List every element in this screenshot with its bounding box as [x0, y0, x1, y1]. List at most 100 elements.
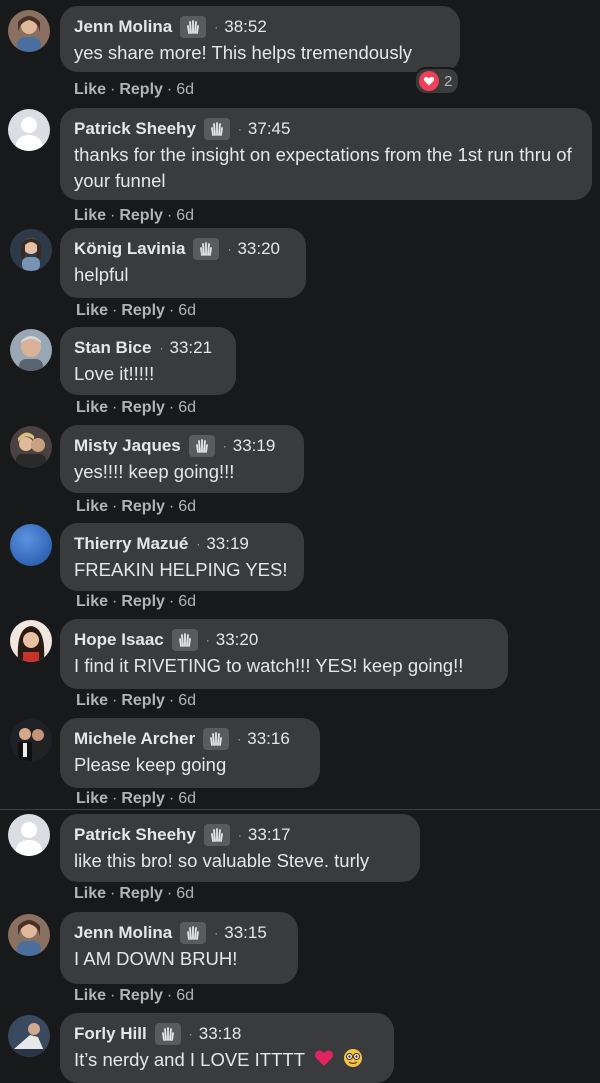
- commenter-name[interactable]: Stan Bice: [74, 338, 151, 358]
- avatar[interactable]: [10, 329, 52, 371]
- comment-timestamp[interactable]: 33:19: [233, 436, 276, 456]
- comment-age[interactable]: 6d: [176, 885, 194, 902]
- commenter-name[interactable]: Misty Jaques: [74, 436, 181, 456]
- wave-hand-icon: [154, 1023, 181, 1045]
- commenter-name[interactable]: Forly Hill: [74, 1024, 147, 1044]
- reply-button[interactable]: Reply: [121, 593, 165, 610]
- comment-bubble: Jenn Molina · 33:15 I AM DOWN BRUH!: [60, 912, 298, 984]
- comment-bubble: Thierry Mazué · 33:19 FREAKIN HELPING YE…: [60, 523, 304, 591]
- like-button[interactable]: Like: [76, 498, 108, 515]
- commenter-name[interactable]: Hope Isaac: [74, 630, 164, 650]
- reply-button[interactable]: Reply: [121, 498, 165, 515]
- comment-bubble: Forly Hill · 33:18 It’s nerdy and I LOVE…: [60, 1013, 394, 1083]
- like-button[interactable]: Like: [76, 399, 108, 416]
- comment-age[interactable]: 6d: [178, 790, 196, 807]
- divider: [0, 809, 600, 810]
- comment: Jenn Molina · 33:15 I AM DOWN BRUH! Like…: [0, 910, 600, 1010]
- comment-text: yes share more! This helps tremendously: [74, 42, 412, 63]
- commenter-name[interactable]: Jenn Molina: [74, 17, 172, 37]
- reply-button[interactable]: Reply: [121, 692, 165, 709]
- like-button[interactable]: Like: [74, 207, 106, 224]
- red-heart-emoji: [314, 1048, 334, 1074]
- reply-button[interactable]: Reply: [121, 302, 165, 319]
- avatar[interactable]: [8, 109, 50, 151]
- reply-button[interactable]: Reply: [121, 399, 165, 416]
- comment-actions: Like · Reply · 6d: [76, 302, 197, 319]
- comment-text: thanks for the insight on expectations f…: [74, 144, 572, 191]
- comment-timestamp[interactable]: 33:20: [237, 239, 280, 259]
- wave-hand-icon: [203, 824, 230, 846]
- comment-timestamp[interactable]: 33:20: [216, 630, 259, 650]
- comment-age[interactable]: 6d: [176, 987, 194, 1004]
- reply-button[interactable]: Reply: [119, 987, 163, 1004]
- comment: Hope Isaac · 33:20 I find it RIVETING to…: [0, 616, 600, 716]
- comment: König Lavinia · 33:20 helpful Like · Reply…: [0, 225, 600, 325]
- like-button[interactable]: Like: [74, 885, 106, 902]
- commenter-name[interactable]: Michele Archer: [74, 729, 195, 749]
- reply-button[interactable]: Reply: [119, 885, 163, 902]
- comment-timestamp[interactable]: 33:18: [199, 1024, 242, 1044]
- comment-age[interactable]: 6d: [178, 399, 196, 416]
- comment-actions: Like · Reply · 6d: [74, 207, 195, 224]
- comment-age[interactable]: 6d: [178, 593, 196, 610]
- avatar[interactable]: [8, 914, 50, 956]
- comment: Patrick Sheehy · 33:17 like this bro! so…: [0, 812, 600, 912]
- comment-timestamp[interactable]: 33:16: [247, 729, 290, 749]
- avatar[interactable]: [10, 620, 52, 662]
- comment: Patrick Sheehy · 37:45 thanks for the in…: [0, 105, 600, 225]
- like-button[interactable]: Like: [74, 81, 106, 98]
- commenter-name[interactable]: Patrick Sheehy: [74, 825, 196, 845]
- reply-button[interactable]: Reply: [119, 207, 163, 224]
- comment-age[interactable]: 6d: [176, 207, 194, 224]
- comment-age[interactable]: 6d: [178, 302, 196, 319]
- comment: Michele Archer · 33:16 Please keep going…: [0, 715, 600, 810]
- avatar[interactable]: [8, 1015, 50, 1057]
- wave-hand-icon: [171, 629, 198, 651]
- comment-age[interactable]: 6d: [178, 692, 196, 709]
- comment-actions: Like · Reply · 6d: [74, 81, 195, 98]
- comment-age[interactable]: 6d: [176, 81, 194, 98]
- wave-hand-icon: [180, 16, 207, 38]
- commenter-name[interactable]: Patrick Sheehy: [74, 119, 196, 139]
- reply-button[interactable]: Reply: [121, 790, 165, 807]
- commenter-name[interactable]: König Lavinia: [74, 239, 185, 259]
- comment-timestamp[interactable]: 33:15: [224, 923, 267, 943]
- comment-text: Love it!!!!!: [74, 363, 155, 384]
- avatar[interactable]: [10, 229, 52, 271]
- avatar[interactable]: [8, 10, 50, 52]
- commenter-name[interactable]: Thierry Mazué: [74, 534, 188, 554]
- wave-hand-icon: [188, 435, 215, 457]
- like-button[interactable]: Like: [76, 692, 108, 709]
- comment-timestamp[interactable]: 37:45: [248, 119, 291, 139]
- comment: Misty Jaques · 33:19 yes!!!! keep going!…: [0, 422, 600, 522]
- like-button[interactable]: Like: [74, 987, 106, 1004]
- comment-actions: Like · Reply · 6d: [74, 987, 195, 1004]
- comment-bubble: König Lavinia · 33:20 helpful: [60, 228, 306, 298]
- avatar[interactable]: [10, 426, 52, 468]
- nerd-face-emoji: [343, 1048, 363, 1075]
- like-button[interactable]: Like: [76, 302, 108, 319]
- comment-text: FREAKIN HELPING YES!: [74, 559, 288, 580]
- reply-button[interactable]: Reply: [119, 81, 163, 98]
- comment-actions: Like · Reply · 6d: [76, 692, 197, 709]
- avatar[interactable]: [8, 814, 50, 856]
- comment-age[interactable]: 6d: [178, 498, 196, 515]
- avatar[interactable]: [10, 524, 52, 566]
- commenter-name[interactable]: Jenn Molina: [74, 923, 172, 943]
- comment-text: I AM DOWN BRUH!: [74, 948, 238, 969]
- reaction-count: 2: [444, 72, 453, 90]
- comment: Forly Hill · 33:18 It’s nerdy and I LOVE…: [0, 1012, 600, 1083]
- comment-actions: Like · Reply · 6d: [76, 399, 197, 416]
- comment-text: It’s nerdy and I LOVE ITTTT: [74, 1049, 305, 1070]
- wave-hand-icon: [193, 238, 220, 260]
- avatar[interactable]: [10, 719, 52, 761]
- comment-timestamp[interactable]: 38:52: [224, 17, 267, 37]
- comment-timestamp[interactable]: 33:21: [169, 338, 212, 358]
- comment-timestamp[interactable]: 33:19: [206, 534, 249, 554]
- comment-bubble: Patrick Sheehy · 37:45 thanks for the in…: [60, 108, 592, 200]
- like-button[interactable]: Like: [76, 790, 108, 807]
- reaction-summary[interactable]: 2: [414, 67, 461, 95]
- comment: Stan Bice · 33:21 Love it!!!!! Like · Repl…: [0, 325, 600, 425]
- like-button[interactable]: Like: [76, 593, 108, 610]
- comment-timestamp[interactable]: 33:17: [248, 825, 291, 845]
